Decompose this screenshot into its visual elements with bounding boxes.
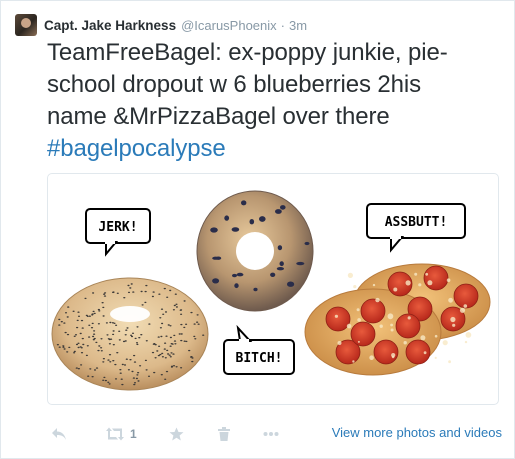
bagel-illustration: JERK! ASSBUTT! BITCH! <box>51 190 491 391</box>
speech-bubble-jerk: JERK! <box>85 208 151 257</box>
reply-button[interactable] <box>51 427 67 441</box>
tweet-text-line: name &MrPizzaBagel over there <box>47 103 390 130</box>
delete-button[interactable] <box>217 427 230 441</box>
more-icon <box>263 432 279 436</box>
pizza-bagels <box>304 263 491 376</box>
tweet-media-image[interactable]: JERK! ASSBUTT! BITCH! <box>47 173 499 405</box>
avatar[interactable] <box>15 14 37 36</box>
tweet-card: Capt. Jake Harkness @IcarusPhoenix · 3m … <box>0 0 515 459</box>
tweet-text-line: school dropout w 6 blueberries 2his <box>47 71 422 98</box>
bubble-text-jerk: JERK! <box>98 220 137 235</box>
reply-icon <box>52 428 66 440</box>
time-separator: · <box>280 17 285 33</box>
delete-icon <box>217 427 230 441</box>
author-handle[interactable]: @IcarusPhoenix <box>181 18 277 33</box>
retweet-button[interactable]: 1 <box>105 427 137 441</box>
tweet-header: Capt. Jake Harkness @IcarusPhoenix · 3m <box>15 14 307 36</box>
favorite-button[interactable] <box>169 427 184 441</box>
speech-bubble-assbutt: ASSBUTT! <box>366 203 466 253</box>
speech-bubble-bitch: BITCH! <box>223 324 295 375</box>
retweet-icon <box>106 427 124 441</box>
blueberry-bagel <box>196 190 314 312</box>
tweet-text: TeamFreeBagel: ex-poppy junkie, pie- sch… <box>47 37 502 165</box>
more-options-button[interactable] <box>263 431 279 437</box>
bubble-text-bitch: BITCH! <box>236 351 283 366</box>
retweet-count: 1 <box>130 427 137 441</box>
author-name[interactable]: Capt. Jake Harkness <box>44 18 176 33</box>
poppy-seed-bagel <box>51 277 209 391</box>
favorite-icon <box>169 427 184 441</box>
tweet-timestamp[interactable]: 3m <box>289 18 307 33</box>
view-more-media-link[interactable]: View more photos and videos <box>332 425 502 440</box>
bubble-text-assbutt: ASSBUTT! <box>385 215 448 230</box>
tweet-actions: 1 View more photos and videos <box>47 419 502 449</box>
hashtag-link[interactable]: #bagelpocalypse <box>47 133 226 165</box>
tweet-text-line: TeamFreeBagel: ex-poppy junkie, pie- <box>47 39 448 66</box>
